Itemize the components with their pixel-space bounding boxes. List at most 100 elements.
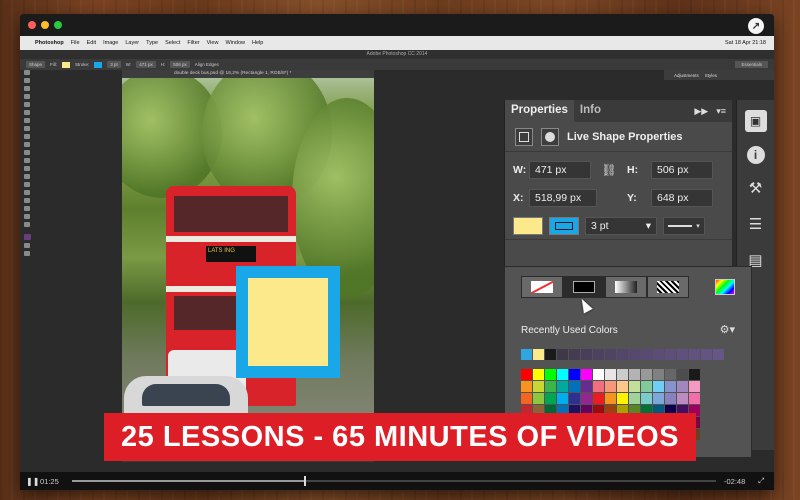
fill-swatch-small[interactable]: [62, 61, 71, 68]
panel-menu-icon[interactable]: ▾≡: [716, 106, 726, 117]
stroke-size-field[interactable]: 3 pt: [107, 61, 121, 68]
collapse-panel-icon[interactable]: ▶▶: [694, 106, 708, 117]
recent-color-swatch[interactable]: [689, 349, 700, 360]
link-icon[interactable]: ⛓: [597, 163, 621, 177]
tab-properties[interactable]: Properties: [505, 100, 574, 122]
recent-color-swatch[interactable]: [713, 349, 724, 360]
move-tool-icon[interactable]: [24, 70, 30, 75]
color-picker-icon[interactable]: [715, 279, 735, 295]
rectangle-shape-fill[interactable]: [248, 278, 328, 366]
color-swatch[interactable]: [653, 393, 664, 404]
width-field[interactable]: 471 px: [529, 161, 591, 179]
eyedropper-tool-icon[interactable]: [24, 110, 30, 115]
menu-app-name[interactable]: Photoshop: [35, 40, 64, 46]
recent-color-swatch[interactable]: [641, 349, 652, 360]
menu-view[interactable]: View: [207, 40, 219, 46]
color-swatch[interactable]: [569, 369, 580, 380]
y-field[interactable]: 648 px: [651, 189, 713, 207]
color-swatch[interactable]: [617, 393, 628, 404]
recent-color-swatch[interactable]: [557, 349, 568, 360]
marquee-tool-icon[interactable]: [24, 78, 30, 83]
w-field-small[interactable]: 471 px: [136, 61, 156, 68]
stroke-width-field[interactable]: 3 pt ▾: [585, 216, 657, 235]
menu-window[interactable]: Window: [225, 40, 245, 46]
menu-image[interactable]: Image: [103, 40, 118, 46]
video-scrubber-handle[interactable]: [303, 476, 306, 486]
color-swatch[interactable]: [665, 381, 676, 392]
color-swatch[interactable]: [665, 369, 676, 380]
color-swatch[interactable]: [605, 381, 616, 392]
color-swatch[interactable]: [605, 393, 616, 404]
tab-info[interactable]: Info: [574, 100, 607, 122]
color-swatch[interactable]: [593, 393, 604, 404]
transform-icon[interactable]: [515, 127, 533, 146]
color-swatch[interactable]: [521, 369, 532, 380]
color-swatch[interactable]: [593, 381, 604, 392]
menu-filter[interactable]: Filter: [187, 40, 199, 46]
healing-tool-icon[interactable]: [24, 118, 30, 123]
recent-color-swatch[interactable]: [521, 349, 532, 360]
shape-mode-select[interactable]: Shape: [26, 61, 46, 68]
color-swatch[interactable]: [653, 381, 664, 392]
rectangle-shape-stroke[interactable]: [236, 266, 340, 378]
fill-color-swatch[interactable]: [513, 216, 543, 235]
minimize-window-button[interactable]: [41, 21, 49, 29]
type-tool-icon[interactable]: [24, 190, 30, 195]
color-swatch[interactable]: [617, 369, 628, 380]
color-swatch[interactable]: [521, 381, 532, 392]
recent-color-swatch[interactable]: [665, 349, 676, 360]
gradient-tool-icon[interactable]: [24, 158, 30, 163]
quick-mask-icon[interactable]: [24, 243, 30, 248]
zoom-window-button[interactable]: [54, 21, 62, 29]
color-swatch[interactable]: [581, 393, 592, 404]
color-swatch[interactable]: [581, 369, 592, 380]
gradient-button[interactable]: [605, 276, 647, 298]
zoom-tool-icon[interactable]: [24, 222, 30, 227]
color-swatch[interactable]: [665, 393, 676, 404]
color-swatch[interactable]: [533, 393, 544, 404]
recent-color-swatch[interactable]: [569, 349, 580, 360]
pause-icon[interactable]: ❚❚: [26, 477, 40, 486]
menu-help[interactable]: Help: [252, 40, 263, 46]
color-swatch[interactable]: [605, 369, 616, 380]
color-swatch[interactable]: [689, 369, 700, 380]
align-edges-checkbox[interactable]: Align Edges: [195, 62, 219, 67]
color-swatch[interactable]: [641, 369, 652, 380]
recent-color-swatch[interactable]: [629, 349, 640, 360]
color-swatch[interactable]: [569, 393, 580, 404]
recent-color-swatch[interactable]: [581, 349, 592, 360]
crop-tool-icon[interactable]: [24, 102, 30, 107]
stroke-swatch-small[interactable]: [94, 61, 103, 68]
foreground-color-swatch[interactable]: [23, 234, 31, 240]
color-swatch[interactable]: [677, 393, 688, 404]
color-swatch[interactable]: [629, 369, 640, 380]
color-swatch[interactable]: [581, 381, 592, 392]
color-swatch[interactable]: [545, 369, 556, 380]
gear-icon[interactable]: ⚙▾: [720, 323, 735, 336]
chevron-down-icon[interactable]: ▾: [646, 220, 651, 232]
path-select-tool-icon[interactable]: [24, 198, 30, 203]
h-field-small[interactable]: 506 px: [170, 61, 190, 68]
close-window-button[interactable]: [28, 21, 36, 29]
brush-tool-icon[interactable]: [24, 126, 30, 131]
info-dock-icon[interactable]: i: [746, 146, 765, 164]
color-swatch[interactable]: [629, 381, 640, 392]
dodge-tool-icon[interactable]: [24, 174, 30, 179]
recent-color-swatch[interactable]: [617, 349, 628, 360]
recent-color-swatch[interactable]: [605, 349, 616, 360]
pattern-button[interactable]: [647, 276, 689, 298]
recent-color-swatch[interactable]: [677, 349, 688, 360]
document-tab[interactable]: double deck bus.psd @ 16,2% (Rectangle 1…: [122, 70, 374, 78]
color-swatch[interactable]: [557, 369, 568, 380]
stroke-color-swatch[interactable]: [549, 216, 579, 235]
stroke-type-select[interactable]: ▾: [663, 216, 705, 235]
color-swatch[interactable]: [593, 369, 604, 380]
tab-adjustments[interactable]: Adjustments: [674, 73, 699, 78]
recent-color-swatch[interactable]: [593, 349, 604, 360]
brushes-dock-icon[interactable]: ⚒: [745, 178, 767, 200]
tab-styles[interactable]: Styles: [705, 73, 717, 78]
blur-tool-icon[interactable]: [24, 166, 30, 171]
menu-type[interactable]: Type: [146, 40, 158, 46]
color-swatch[interactable]: [629, 393, 640, 404]
color-swatch[interactable]: [557, 381, 568, 392]
